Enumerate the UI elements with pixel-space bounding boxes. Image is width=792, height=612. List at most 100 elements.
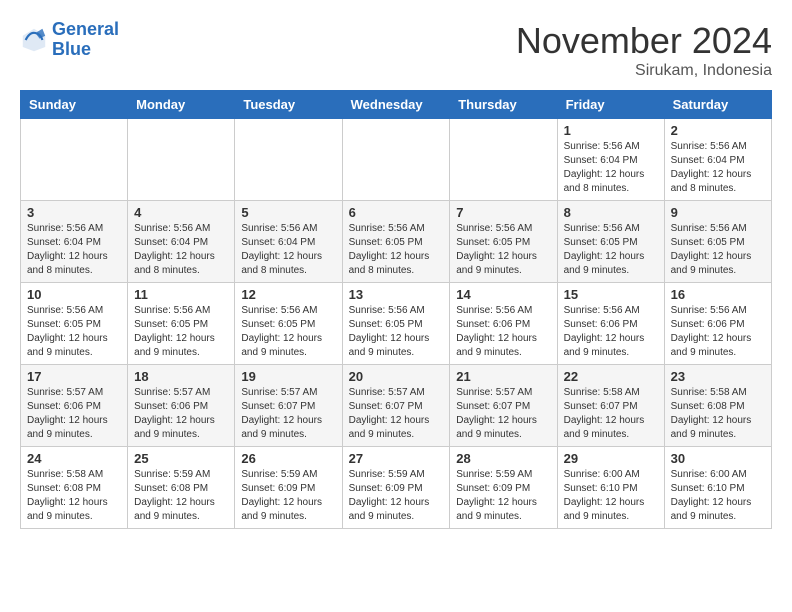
calendar-cell: 19 Sunrise: 5:57 AM Sunset: 6:07 PM Dayli… xyxy=(235,365,342,447)
title-area: November 2024 Sirukam, Indonesia xyxy=(516,20,772,80)
calendar-cell: 7Sunrise: 5:56 AM Sunset: 6:05 PM Daylig… xyxy=(450,201,557,283)
day-number: 2 xyxy=(671,123,765,138)
day-header-monday: Monday xyxy=(128,91,235,119)
logo-icon xyxy=(20,26,48,54)
day-number: 24 xyxy=(27,451,121,466)
day-number: 28 xyxy=(456,451,550,466)
calendar-cell: 10 Sunrise: 5:56 AM Sunset: 6:05 PM Dayli… xyxy=(21,283,128,365)
day-info: Sunrise: 5:58 AM Sunset: 6:08 PM Dayligh… xyxy=(27,468,121,524)
day-info: Sunrise: 5:56 AM Sunset: 6:05 PM Dayligh… xyxy=(671,222,765,278)
calendar-cell: 5 Sunrise: 5:56 AM Sunset: 6:04 PM Daylig… xyxy=(235,201,342,283)
day-number: 20 xyxy=(349,369,444,384)
day-header-tuesday: Tuesday xyxy=(235,91,342,119)
logo-line2: Blue xyxy=(52,39,91,59)
day-number: 17 xyxy=(27,369,121,384)
calendar-cell: 15Sunrise: 5:56 AM Sunset: 6:06 PM Dayli… xyxy=(557,283,664,365)
calendar-cell: 27 Sunrise: 5:59 AM Sunset: 6:09 PM Dayli… xyxy=(342,447,450,529)
calendar-cell xyxy=(450,119,557,201)
calendar-week-2: 3 Sunrise: 5:56 AM Sunset: 6:04 PM Daylig… xyxy=(21,201,772,283)
day-info: Sunrise: 5:57 AM Sunset: 6:06 PM Dayligh… xyxy=(134,386,228,442)
calendar-cell: 12 Sunrise: 5:56 AM Sunset: 6:05 PM Dayli… xyxy=(235,283,342,365)
day-info: Sunrise: 5:56 AM Sunset: 6:06 PM Dayligh… xyxy=(456,304,550,360)
day-info: Sunrise: 5:58 AM Sunset: 6:08 PM Dayligh… xyxy=(671,386,765,442)
day-number: 29 xyxy=(564,451,658,466)
calendar-header-row: SundayMondayTuesdayWednesdayThursdayFrid… xyxy=(21,91,772,119)
calendar-cell xyxy=(128,119,235,201)
day-info: Sunrise: 5:56 AM Sunset: 6:04 PM Dayligh… xyxy=(27,222,121,278)
calendar-week-3: 10 Sunrise: 5:56 AM Sunset: 6:05 PM Dayli… xyxy=(21,283,772,365)
day-info: Sunrise: 5:59 AM Sunset: 6:09 PM Dayligh… xyxy=(241,468,335,524)
day-info: Sunrise: 5:56 AM Sunset: 6:04 PM Dayligh… xyxy=(241,222,335,278)
day-info: Sunrise: 6:00 AM Sunset: 6:10 PM Dayligh… xyxy=(564,468,658,524)
calendar-cell: 6Sunrise: 5:56 AM Sunset: 6:05 PM Daylig… xyxy=(342,201,450,283)
day-info: Sunrise: 5:56 AM Sunset: 6:05 PM Dayligh… xyxy=(564,222,658,278)
month-title: November 2024 xyxy=(516,20,772,62)
day-info: Sunrise: 5:56 AM Sunset: 6:05 PM Dayligh… xyxy=(27,304,121,360)
day-number: 9 xyxy=(671,205,765,220)
day-info: Sunrise: 5:56 AM Sunset: 6:04 PM Dayligh… xyxy=(564,140,658,196)
calendar-cell xyxy=(235,119,342,201)
day-info: Sunrise: 5:57 AM Sunset: 6:07 PM Dayligh… xyxy=(241,386,335,442)
calendar-cell: 3 Sunrise: 5:56 AM Sunset: 6:04 PM Daylig… xyxy=(21,201,128,283)
calendar-cell: 18 Sunrise: 5:57 AM Sunset: 6:06 PM Dayli… xyxy=(128,365,235,447)
calendar-cell xyxy=(21,119,128,201)
calendar-cell: 16 Sunrise: 5:56 AM Sunset: 6:06 PM Dayli… xyxy=(664,283,771,365)
calendar-week-5: 24 Sunrise: 5:58 AM Sunset: 6:08 PM Dayli… xyxy=(21,447,772,529)
calendar-cell: 8Sunrise: 5:56 AM Sunset: 6:05 PM Daylig… xyxy=(557,201,664,283)
day-number: 7 xyxy=(456,205,550,220)
logo: General Blue xyxy=(20,20,119,60)
calendar-cell: 2 Sunrise: 5:56 AM Sunset: 6:04 PM Daylig… xyxy=(664,119,771,201)
calendar-week-1: 1 Sunrise: 5:56 AM Sunset: 6:04 PM Daylig… xyxy=(21,119,772,201)
day-info: Sunrise: 5:56 AM Sunset: 6:05 PM Dayligh… xyxy=(349,222,444,278)
day-number: 5 xyxy=(241,205,335,220)
day-info: Sunrise: 5:56 AM Sunset: 6:05 PM Dayligh… xyxy=(349,304,444,360)
calendar-cell: 20 Sunrise: 5:57 AM Sunset: 6:07 PM Dayli… xyxy=(342,365,450,447)
day-number: 27 xyxy=(349,451,444,466)
calendar-cell: 23 Sunrise: 5:58 AM Sunset: 6:08 PM Dayli… xyxy=(664,365,771,447)
calendar-cell: 11Sunrise: 5:56 AM Sunset: 6:05 PM Dayli… xyxy=(128,283,235,365)
day-info: Sunrise: 5:58 AM Sunset: 6:07 PM Dayligh… xyxy=(564,386,658,442)
calendar-cell: 24 Sunrise: 5:58 AM Sunset: 6:08 PM Dayli… xyxy=(21,447,128,529)
day-info: Sunrise: 5:56 AM Sunset: 6:04 PM Dayligh… xyxy=(134,222,228,278)
day-number: 3 xyxy=(27,205,121,220)
calendar-cell: 13 Sunrise: 5:56 AM Sunset: 6:05 PM Dayli… xyxy=(342,283,450,365)
day-info: Sunrise: 5:56 AM Sunset: 6:04 PM Dayligh… xyxy=(671,140,765,196)
day-number: 13 xyxy=(349,287,444,302)
day-info: Sunrise: 5:56 AM Sunset: 6:05 PM Dayligh… xyxy=(241,304,335,360)
day-number: 23 xyxy=(671,369,765,384)
day-info: Sunrise: 5:57 AM Sunset: 6:07 PM Dayligh… xyxy=(349,386,444,442)
logo-text: General Blue xyxy=(52,20,119,60)
day-number: 16 xyxy=(671,287,765,302)
day-number: 18 xyxy=(134,369,228,384)
day-info: Sunrise: 5:57 AM Sunset: 6:07 PM Dayligh… xyxy=(456,386,550,442)
day-header-thursday: Thursday xyxy=(450,91,557,119)
calendar-cell: 25 Sunrise: 5:59 AM Sunset: 6:08 PM Dayli… xyxy=(128,447,235,529)
calendar-cell: 29 Sunrise: 6:00 AM Sunset: 6:10 PM Dayli… xyxy=(557,447,664,529)
day-info: Sunrise: 5:59 AM Sunset: 6:09 PM Dayligh… xyxy=(456,468,550,524)
logo-line1: General xyxy=(52,19,119,39)
day-info: Sunrise: 5:56 AM Sunset: 6:06 PM Dayligh… xyxy=(564,304,658,360)
day-number: 14 xyxy=(456,287,550,302)
day-info: Sunrise: 6:00 AM Sunset: 6:10 PM Dayligh… xyxy=(671,468,765,524)
day-number: 1 xyxy=(564,123,658,138)
day-number: 19 xyxy=(241,369,335,384)
day-header-sunday: Sunday xyxy=(21,91,128,119)
calendar-cell: 21Sunrise: 5:57 AM Sunset: 6:07 PM Dayli… xyxy=(450,365,557,447)
calendar-cell: 4Sunrise: 5:56 AM Sunset: 6:04 PM Daylig… xyxy=(128,201,235,283)
calendar-week-4: 17 Sunrise: 5:57 AM Sunset: 6:06 PM Dayli… xyxy=(21,365,772,447)
day-info: Sunrise: 5:56 AM Sunset: 6:06 PM Dayligh… xyxy=(671,304,765,360)
day-number: 11 xyxy=(134,287,228,302)
calendar-cell: 17 Sunrise: 5:57 AM Sunset: 6:06 PM Dayli… xyxy=(21,365,128,447)
day-number: 12 xyxy=(241,287,335,302)
day-number: 26 xyxy=(241,451,335,466)
day-info: Sunrise: 5:59 AM Sunset: 6:08 PM Dayligh… xyxy=(134,468,228,524)
day-number: 25 xyxy=(134,451,228,466)
day-number: 30 xyxy=(671,451,765,466)
day-number: 10 xyxy=(27,287,121,302)
day-info: Sunrise: 5:57 AM Sunset: 6:06 PM Dayligh… xyxy=(27,386,121,442)
calendar-cell: 26 Sunrise: 5:59 AM Sunset: 6:09 PM Dayli… xyxy=(235,447,342,529)
day-info: Sunrise: 5:59 AM Sunset: 6:09 PM Dayligh… xyxy=(349,468,444,524)
calendar-cell: 30 Sunrise: 6:00 AM Sunset: 6:10 PM Dayli… xyxy=(664,447,771,529)
calendar-cell: 28 Sunrise: 5:59 AM Sunset: 6:09 PM Dayli… xyxy=(450,447,557,529)
day-header-friday: Friday xyxy=(557,91,664,119)
